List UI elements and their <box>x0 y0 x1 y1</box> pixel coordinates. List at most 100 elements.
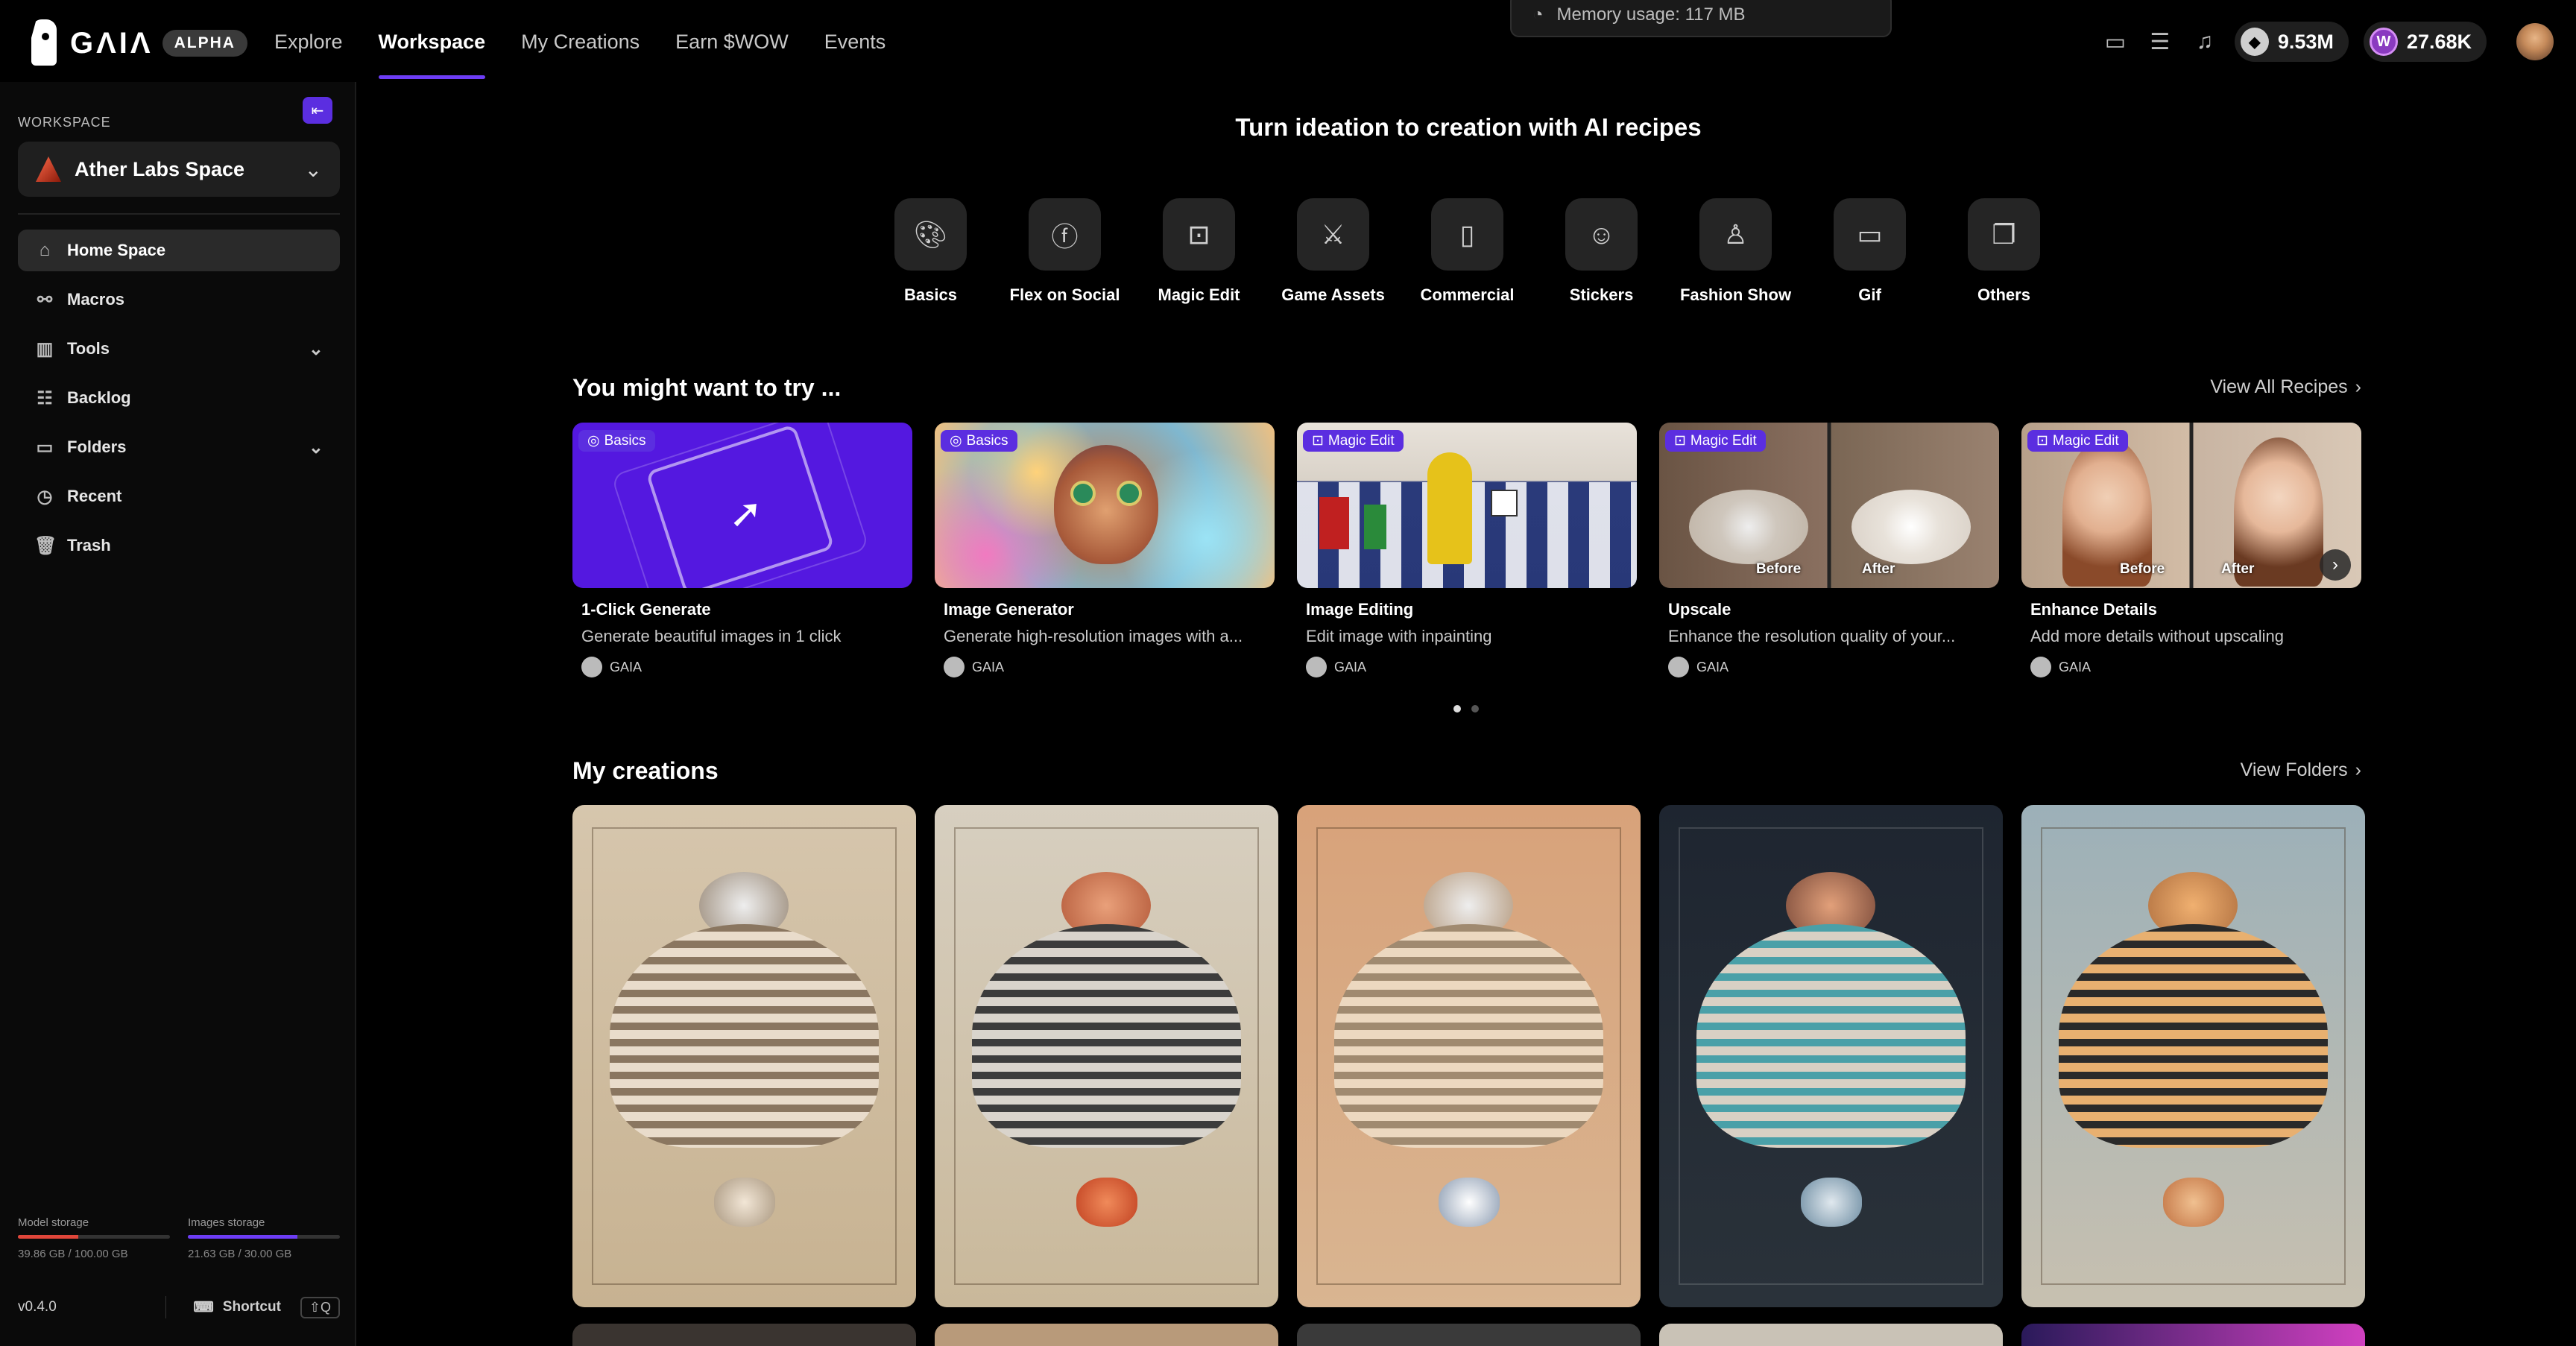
author-avatar <box>2030 657 2051 677</box>
clock-icon: ◷ <box>37 486 53 507</box>
recipe-card-author: GAIA <box>2030 657 2361 677</box>
recipe-tag: ⊡ Magic Edit <box>2027 430 2128 452</box>
model-storage: Model storage 39.86 GB / 100.00 GB <box>18 1216 170 1260</box>
creation-image[interactable] <box>1297 805 1641 1307</box>
recipe-card-image: ◎ Basics <box>935 423 1275 588</box>
try-section-title: You might want to try ... <box>572 374 842 401</box>
credits-balance[interactable]: ◆ 9.53M <box>2234 22 2349 62</box>
recipe-card-image: ➚ ◎ Basics <box>572 423 912 588</box>
sidebar-item-backlog[interactable]: ☷ Backlog <box>18 377 340 419</box>
recipe-category-commercial[interactable]: ▯ Commercial <box>1421 198 1514 305</box>
nav-events[interactable]: Events <box>824 0 886 82</box>
sidebar-item-home-space[interactable]: ⌂ Home Space <box>18 230 340 271</box>
creation-image[interactable] <box>2021 805 2365 1307</box>
shortcut-button[interactable]: ⌨ Shortcut <box>193 1299 281 1316</box>
recipe-card-author: GAIA <box>581 657 912 677</box>
sidebar-item-label: Backlog <box>67 388 131 407</box>
carousel-dot-2[interactable] <box>1471 705 1479 713</box>
nav-earn-wow[interactable]: Earn $WOW <box>675 0 789 82</box>
recipe-card[interactable]: Before After › ⊡ Magic Edit Enhance Detai… <box>2021 423 2361 677</box>
recipe-card-image: Before After ⊡ Magic Edit <box>1659 423 1999 588</box>
memory-usage-text: Memory usage: 117 MB <box>1556 4 1746 25</box>
recipe-card[interactable]: ◎ Basics Image Generator Generate high-re… <box>935 423 1275 677</box>
view-all-recipes-link[interactable]: View All Recipes › <box>2210 376 2361 398</box>
recipe-card-author: GAIA <box>1668 657 1999 677</box>
sidebar-item-trash[interactable]: 🗑︎ Trash <box>18 525 340 566</box>
recipe-category-label: Basics <box>904 285 957 304</box>
workspace-name: Ather Labs Space <box>75 157 245 180</box>
recipe-category-magic-edit[interactable]: ⊡ Magic Edit <box>1158 198 1240 305</box>
recipe-card-description: Add more details without upscaling <box>2030 627 2284 645</box>
gaia-logo[interactable]: GΛIΛ ALPHA <box>28 16 247 70</box>
bell-icon[interactable]: ♫ <box>2190 27 2220 57</box>
home-icon: ⌂ <box>39 240 51 260</box>
creation-image[interactable] <box>572 1324 916 1346</box>
trash-icon: 🗑︎ <box>34 535 57 556</box>
recipe-category-others[interactable]: ❐ Others <box>1968 198 2040 305</box>
wow-value: 27.68K <box>2406 30 2472 53</box>
user-avatar[interactable] <box>2516 23 2554 60</box>
images-storage-label: Images storage <box>188 1216 265 1229</box>
creation-image[interactable] <box>2021 1324 2365 1346</box>
recipe-card[interactable]: ➚ ◎ Basics 1-Click Generate Generate beau… <box>572 423 912 677</box>
creations-grid <box>572 805 2365 1307</box>
creation-image[interactable] <box>1659 805 2003 1307</box>
sidebar-item-tools[interactable]: ▥ Tools ⌄ <box>18 328 340 370</box>
recipe-category-basics[interactable]: 🎨︎ Basics <box>894 198 967 305</box>
recipe-tag: ⊡ Magic Edit <box>1303 430 1404 452</box>
chevron-right-icon: › <box>2355 759 2361 780</box>
sidebar-item-recent[interactable]: ◷ Recent <box>18 475 340 517</box>
creation-image[interactable] <box>572 805 916 1307</box>
carousel-dot-1[interactable] <box>1453 705 1461 713</box>
sidebar-item-label: Trash <box>67 536 111 554</box>
creation-image[interactable] <box>1659 1324 2003 1346</box>
backlog-icon: ☷ <box>37 388 53 408</box>
wow-balance[interactable]: W 27.68K <box>2363 22 2487 62</box>
images-storage-fill <box>188 1235 298 1239</box>
logo-text: GΛIΛ <box>70 26 154 60</box>
creation-image[interactable] <box>935 1324 1278 1346</box>
sidebar-item-macros[interactable]: ⚯ Macros <box>18 279 340 320</box>
sidebar-footer: v0.4.0 ⌨ Shortcut ⇧Q <box>18 1289 340 1325</box>
alpha-badge: ALPHA <box>162 30 247 57</box>
images-storage: Images storage 21.63 GB / 30.00 GB <box>188 1216 340 1260</box>
facebook-icon: ⓕ <box>1051 221 1079 252</box>
creation-image[interactable] <box>935 805 1278 1307</box>
recipe-category-stickers[interactable]: ☺ Stickers <box>1565 198 1638 305</box>
workspace-selector[interactable]: Ather Labs Space ⌄ <box>18 142 340 197</box>
recipe-category-game-assets[interactable]: ⚔ Game Assets <box>1281 198 1385 305</box>
carousel-pagination <box>1453 705 1479 713</box>
images-storage-value: 21.63 GB / 30.00 GB <box>188 1248 292 1260</box>
nav-my-creations[interactable]: My Creations <box>521 0 640 82</box>
recipe-category-fashion-show[interactable]: ♙ Fashion Show <box>1680 198 1791 305</box>
sword-icon: ⚔ <box>1321 218 1345 250</box>
nav-workspace[interactable]: Workspace <box>378 0 485 82</box>
recipe-category-label: Stickers <box>1569 285 1634 304</box>
recipe-card-author: GAIA <box>944 657 1275 677</box>
recipe-card-title: Upscale <box>1668 600 1731 619</box>
recipe-category-flex-on-social[interactable]: ⓕ Flex on Social <box>1010 198 1120 305</box>
memory-usage-toast: ◔ Memory usage: 117 MB <box>1510 0 1892 37</box>
creation-image[interactable] <box>1297 1324 1641 1346</box>
before-label: Before <box>1756 561 1802 577</box>
hanger-icon: ♙ <box>1723 218 1748 250</box>
recipe-card[interactable]: Before After ⊡ Magic Edit Upscale Enhance… <box>1659 423 1999 677</box>
model-storage-fill <box>18 1235 79 1239</box>
view-folders-link[interactable]: View Folders › <box>2241 759 2361 781</box>
commercial-icon: ▯ <box>1459 218 1475 250</box>
collapse-sidebar-button[interactable]: ⇤ <box>303 97 332 124</box>
sidebar-item-label: Tools <box>67 339 110 358</box>
recipe-card[interactable]: ⊡ Magic Edit Image Editing Edit image wit… <box>1297 423 1637 677</box>
nav-explore[interactable]: Explore <box>274 0 343 82</box>
chat-icon[interactable]: ▭ <box>2100 27 2130 57</box>
top-navigation-bar: GΛIΛ ALPHA Explore Workspace My Creation… <box>0 0 2576 82</box>
recipe-category-gif[interactable]: ▭ Gif <box>1834 198 1906 305</box>
recipe-category-label: Others <box>1977 285 2030 304</box>
carousel-next-button[interactable]: › <box>2320 549 2351 581</box>
chevron-down-icon: ⌄ <box>308 338 323 359</box>
recipe-card-description: Edit image with inpainting <box>1306 627 1492 645</box>
recipe-category-label: Fashion Show <box>1679 285 1792 304</box>
sidebar-item-folders[interactable]: ▭ Folders ⌄ <box>18 426 340 468</box>
task-list-icon[interactable]: ☰ <box>2145 27 2175 57</box>
sidebar-item-label: Macros <box>67 290 125 309</box>
